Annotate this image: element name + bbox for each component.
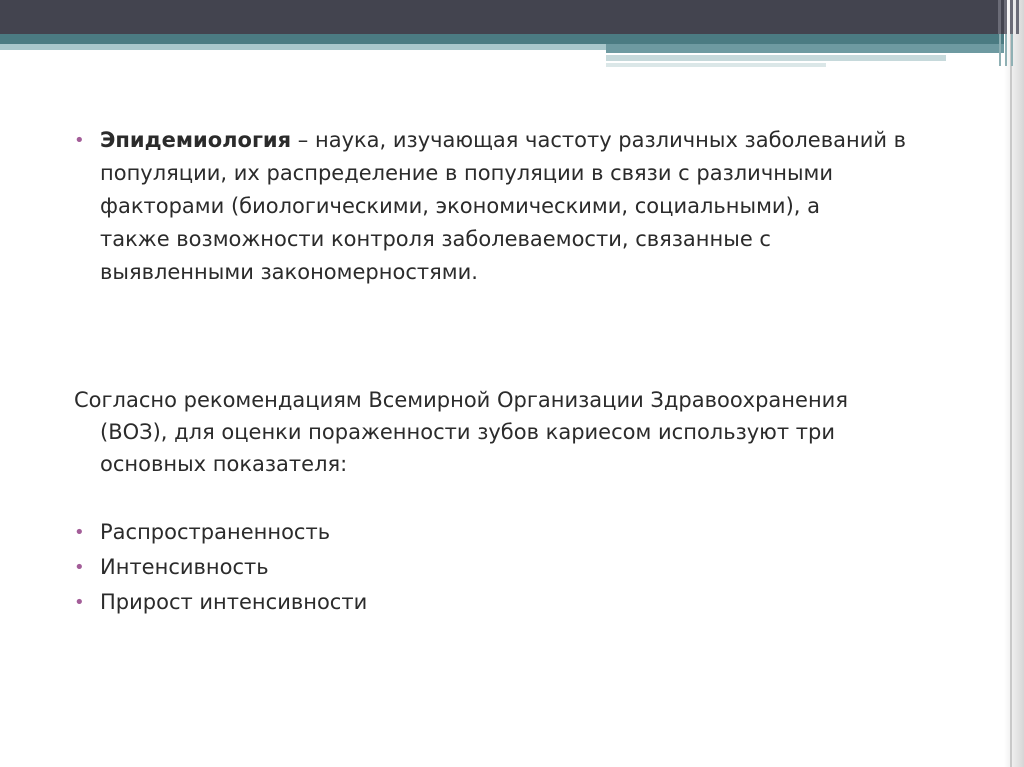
who-line-2: (ВОЗ), для оценки пораженности зубов кар…	[100, 420, 835, 444]
page-edge-shadow	[1004, 0, 1024, 767]
edge-stripes-dark	[996, 0, 1024, 34]
who-paragraph: Согласно рекомендациям Всемирной Организ…	[74, 384, 954, 480]
definition-line-3: факторами (биологическими, экономическим…	[100, 194, 820, 218]
definition-line-4: также возможности контроля заболеваемост…	[100, 227, 771, 251]
bullet-icon: •	[74, 557, 85, 578]
definition-line-5: выявленными закономерностями.	[100, 260, 478, 284]
who-line-1: Согласно рекомендациям Всемирной Организ…	[74, 388, 848, 412]
indicator-item-intensity: Интенсивность	[100, 555, 269, 579]
definition-term: Эпидемиология	[100, 128, 292, 152]
page-edge-line	[1010, 0, 1012, 767]
indicator-item-prevalence: Распространенность	[100, 520, 331, 544]
who-line-3: основных показателя:	[100, 452, 348, 476]
definition-text: – наука, изучающая частоту различных заб…	[291, 128, 907, 152]
bullet-icon: •	[74, 592, 85, 613]
definition-line-2: популяции, их распределение в популяции …	[100, 161, 834, 185]
definition-paragraph: Эпидемиология – наука, изучающая частоту…	[100, 124, 960, 289]
indicator-item-intensity-growth: Прирост интенсивности	[100, 590, 368, 614]
definition-line-1: Эпидемиология – наука, изучающая частоту…	[100, 124, 960, 157]
bullet-icon: •	[74, 130, 85, 151]
slide-content: • Эпидемиология – наука, изучающая часто…	[0, 0, 1000, 767]
edge-stripes-teal	[996, 34, 1024, 66]
slide: • Эпидемиология – наука, изучающая часто…	[0, 0, 1024, 767]
bullet-icon: •	[74, 522, 85, 543]
